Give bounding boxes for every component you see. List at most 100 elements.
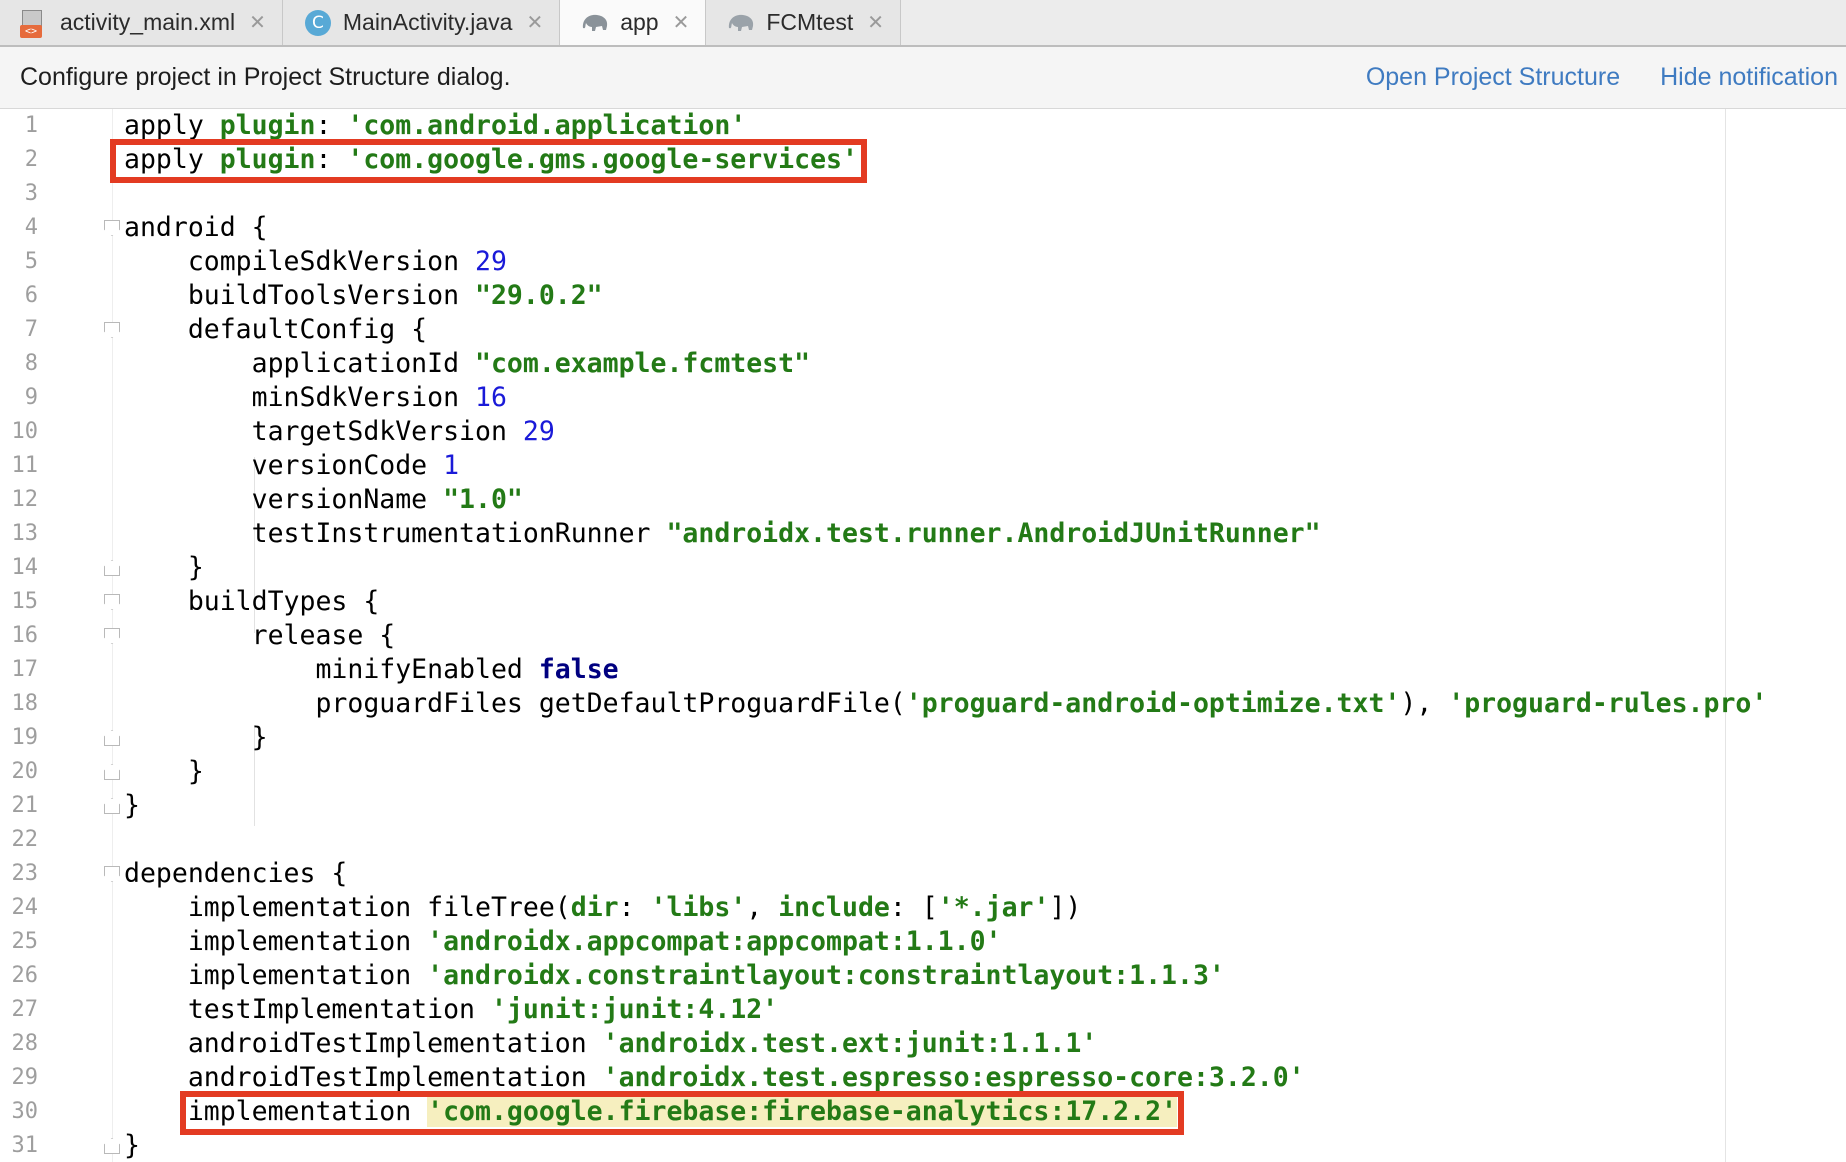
hide-notification-link[interactable]: Hide notification xyxy=(1660,63,1838,92)
tab-label: FCMtest xyxy=(766,9,854,35)
line-code: versionCode 1 xyxy=(124,450,460,481)
code-line: 26 implementation 'androidx.constraintla… xyxy=(0,959,1846,993)
fold-end-icon[interactable] xyxy=(104,798,120,814)
code-line: 5 compileSdkVersion 29 xyxy=(0,245,1846,279)
line-number: 13 xyxy=(11,521,39,546)
line-code: applicationId "com.example.fcmtest" xyxy=(124,348,811,379)
tab-label: MainActivity.java xyxy=(342,9,513,35)
highlight-box-google-services-plugin xyxy=(110,139,867,183)
line-number: 28 xyxy=(11,1031,39,1056)
line-code: testInstrumentationRunner "androidx.test… xyxy=(124,518,1321,549)
code-line: 29 androidTestImplementation 'androidx.t… xyxy=(0,1061,1846,1095)
close-icon[interactable]: ✕ xyxy=(249,10,266,35)
open-project-structure-link[interactable]: Open Project Structure xyxy=(1366,63,1620,92)
code-line: 23 dependencies { xyxy=(0,857,1846,891)
code-line: 13 testInstrumentationRunner "androidx.t… xyxy=(0,517,1846,551)
line-number: 19 xyxy=(11,725,39,750)
fold-end-icon[interactable] xyxy=(104,730,120,746)
line-number: 15 xyxy=(11,589,39,614)
line-number: 12 xyxy=(11,487,39,512)
line-code: defaultConfig { xyxy=(124,314,428,345)
fold-collapse-icon[interactable] xyxy=(104,866,120,882)
fold-end-icon[interactable] xyxy=(104,1138,120,1154)
gradle-elephant-icon xyxy=(580,10,610,36)
line-code: } xyxy=(124,1130,140,1161)
code-line: 9 minSdkVersion 16 xyxy=(0,381,1846,415)
line-code: } xyxy=(124,722,268,753)
notification-message: Configure project in Project Structure d… xyxy=(20,63,511,91)
tab-mainactivity-java[interactable]: C MainActivity.java ✕ xyxy=(282,0,561,45)
close-icon[interactable]: ✕ xyxy=(673,10,690,35)
tab-activity-main-xml[interactable]: <> activity_main.xml ✕ xyxy=(0,0,283,45)
fold-collapse-icon[interactable] xyxy=(104,220,120,236)
code-line: 14 } xyxy=(0,551,1846,585)
line-code: androidTestImplementation 'androidx.test… xyxy=(124,1062,1305,1093)
line-code: proguardFiles getDefaultProguardFile('pr… xyxy=(124,688,1768,719)
fold-end-icon[interactable] xyxy=(104,764,120,780)
close-icon[interactable]: ✕ xyxy=(526,10,543,35)
line-number: 23 xyxy=(11,861,39,886)
line-number: 10 xyxy=(11,419,39,444)
line-number: 8 xyxy=(24,351,38,376)
line-code: } xyxy=(124,790,140,821)
line-code: minSdkVersion 16 xyxy=(124,382,507,413)
line-number: 3 xyxy=(24,181,38,206)
java-class-icon: C xyxy=(303,9,333,36)
line-number: 27 xyxy=(11,997,39,1022)
notification-bar: Configure project in Project Structure d… xyxy=(0,47,1846,109)
code-line: 19 } xyxy=(0,721,1846,755)
line-number: 30 xyxy=(11,1099,39,1124)
code-line: 22 xyxy=(0,823,1846,857)
code-editor[interactable]: 1 apply plugin: 'com.android.application… xyxy=(0,109,1846,1162)
line-number: 6 xyxy=(24,283,38,308)
fold-end-icon[interactable] xyxy=(104,560,120,576)
code-line: 8 applicationId "com.example.fcmtest" xyxy=(0,347,1846,381)
line-number: 9 xyxy=(24,385,38,410)
line-number: 5 xyxy=(24,249,38,274)
code-line: 4 android { xyxy=(0,211,1846,245)
line-number: 18 xyxy=(11,691,39,716)
fold-collapse-icon[interactable] xyxy=(104,322,120,338)
fold-collapse-icon[interactable] xyxy=(104,628,120,644)
tab-label: activity_main.xml xyxy=(60,9,236,35)
line-code: android { xyxy=(124,212,268,243)
line-code: targetSdkVersion 29 xyxy=(124,416,555,447)
fold-collapse-icon[interactable] xyxy=(104,594,120,610)
code-line: 25 implementation 'androidx.appcompat:ap… xyxy=(0,925,1846,959)
xml-file-icon: <> xyxy=(20,9,50,38)
line-code: testImplementation 'junit:junit:4.12' xyxy=(124,994,779,1025)
line-number: 2 xyxy=(24,147,38,172)
line-number: 25 xyxy=(11,929,39,954)
line-code: implementation 'androidx.appcompat:appco… xyxy=(124,926,1002,957)
line-code: minifyEnabled false xyxy=(124,654,619,685)
line-number: 16 xyxy=(11,623,39,648)
code-line: 17 minifyEnabled false xyxy=(0,653,1846,687)
tab-fcmtest-gradle[interactable]: FCMtest ✕ xyxy=(706,0,902,45)
line-code: implementation fileTree(dir: 'libs', inc… xyxy=(124,892,1082,923)
close-icon[interactable]: ✕ xyxy=(867,10,884,35)
line-number: 11 xyxy=(11,453,39,478)
code-line: 6 buildToolsVersion "29.0.2" xyxy=(0,279,1846,313)
code-line: 20 } xyxy=(0,755,1846,789)
tab-label: app xyxy=(620,9,659,35)
line-number: 20 xyxy=(11,759,39,784)
line-code: androidTestImplementation 'androidx.test… xyxy=(124,1028,1098,1059)
line-number: 21 xyxy=(11,793,39,818)
line-number: 7 xyxy=(24,317,38,342)
tab-app-gradle[interactable]: app ✕ xyxy=(560,0,707,45)
line-code: apply plugin: 'com.android.application' xyxy=(124,110,747,141)
code-line: 10 targetSdkVersion 29 xyxy=(0,415,1846,449)
line-code: dependencies { xyxy=(124,858,348,889)
line-code: buildTypes { xyxy=(124,586,380,617)
line-code: implementation 'androidx.constraintlayou… xyxy=(124,960,1225,991)
code-line: 11 versionCode 1 xyxy=(0,449,1846,483)
line-number: 17 xyxy=(11,657,39,682)
line-code: buildToolsVersion "29.0.2" xyxy=(124,280,603,311)
line-code: } xyxy=(124,552,204,583)
highlight-box-firebase-analytics xyxy=(180,1091,1184,1135)
gradle-elephant-icon xyxy=(726,10,756,36)
line-number: 26 xyxy=(11,963,39,988)
code-line: 24 implementation fileTree(dir: 'libs', … xyxy=(0,891,1846,925)
line-code: } xyxy=(124,756,204,787)
line-number: 29 xyxy=(11,1065,39,1090)
